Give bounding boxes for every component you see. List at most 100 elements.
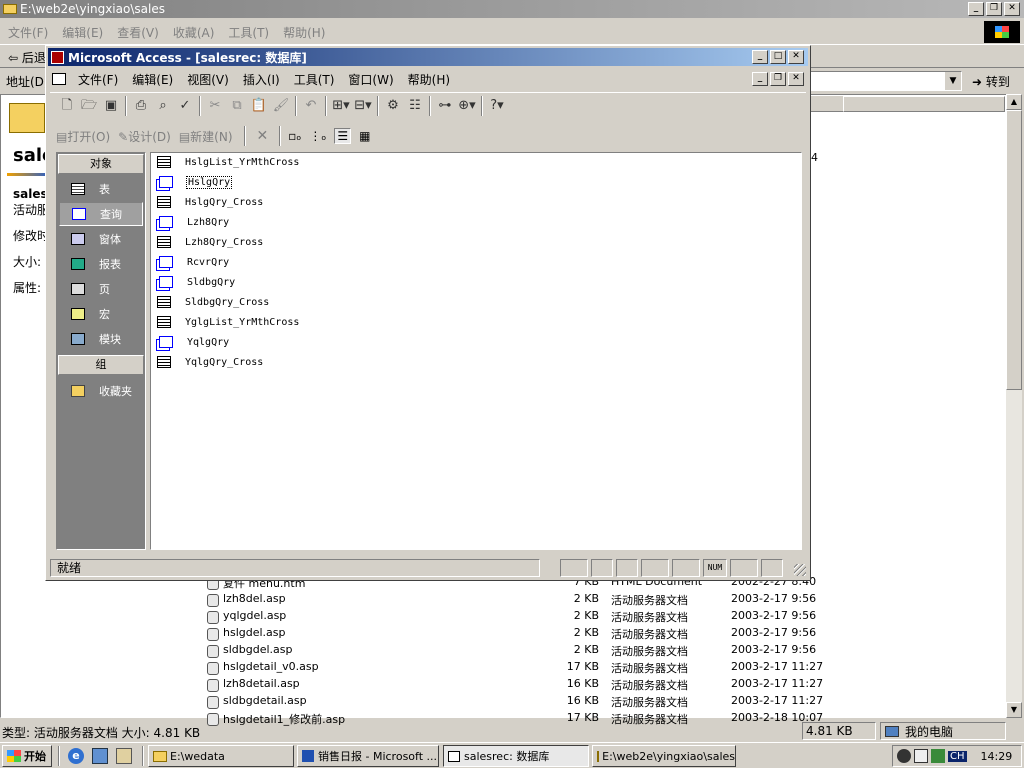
db-restore-button[interactable]: ❐ [770,72,786,86]
spelling-icon[interactable]: ✓ [174,95,196,117]
scroll-up-button[interactable]: ▲ [1006,94,1022,110]
file-type: 活动服务器文档 [611,679,688,692]
db-window: ▤打开(O) ✎设计(D) ▤新建(N) ✕ ▫ₒ ⋮ₒ ☰ ▦ 对象 表查询窗… [50,120,808,556]
object-type-item[interactable]: 模块 [59,327,143,351]
sound-icon[interactable] [897,749,911,763]
access-menu-insert[interactable]: 插入(I) [243,71,280,88]
db-close-button[interactable]: ✕ [788,72,804,86]
access-menu-help[interactable]: 帮助(H) [408,71,450,88]
large-icons-view-icon[interactable]: ▫ₒ [288,129,301,143]
access-title: Microsoft Access - [salesrec: 数据库] [68,50,307,65]
info-size: 大小: [13,255,42,269]
properties-icon[interactable]: ☷ [404,95,426,117]
network-icon[interactable] [914,749,928,763]
save-icon[interactable]: ▣ [100,95,122,117]
object-list-item[interactable]: Lzh8Qry_Cross [157,233,263,253]
status-panel-1 [560,559,588,577]
new-object-icon[interactable]: ⊕▾ [456,95,478,117]
outlook-icon[interactable] [92,748,108,764]
access-menu-view[interactable]: 视图(V) [187,71,229,88]
object-type-item[interactable]: 宏 [59,302,143,326]
object-type-item[interactable]: 表 [59,177,143,201]
vertical-scrollbar[interactable]: ▲ ▼ [1006,94,1022,718]
help-icon[interactable]: ?▾ [486,95,508,117]
new-object-button[interactable]: ▤新建(N) [179,128,233,145]
small-icons-view-icon[interactable]: ⋮ₒ [309,129,326,143]
chevron-down-icon[interactable]: ▼ [945,72,961,90]
minimize-button[interactable]: _ [968,2,984,16]
asp-file-icon [207,645,219,658]
design-object-button[interactable]: ✎设计(D) [118,128,171,145]
num-lock-indicator: NUM [707,563,723,572]
address-dropdown[interactable]: ▼ [810,71,962,91]
new-file-icon[interactable]: 🗋 [56,95,78,117]
object-list-item[interactable]: HslgList_YrMthCross [157,153,299,173]
resize-grip-icon[interactable] [794,564,806,576]
object-list-item[interactable]: SldbgQry [157,273,235,293]
lang-indicator[interactable]: CH [948,750,967,762]
access-minimize-button[interactable]: _ [752,50,768,64]
delete-icon[interactable]: ✕ [257,128,269,144]
undo-icon[interactable]: ↶ [300,95,322,117]
copy-icon[interactable]: ⧉ [226,95,248,117]
object-list-item[interactable]: SldbgQry_Cross [157,293,269,313]
table-item-icon [157,156,171,168]
object-type-item[interactable]: 报表 [59,252,143,276]
access-maximize-button[interactable]: □ [770,50,786,64]
group-favorites[interactable]: 收藏夹 [59,379,143,403]
object-list-item[interactable]: RcvrQry [157,253,229,273]
open-folder-icon[interactable]: 🗁 [78,95,100,117]
table-item-icon [157,316,171,328]
scroll-thumb[interactable] [1006,110,1022,390]
object-list-item[interactable]: HslgQry_Cross [157,193,263,213]
back-button[interactable]: ⇦ 后退 [8,49,46,66]
object-type-item[interactable]: 页 [59,277,143,301]
object-list-item[interactable]: YglgList_YrMthCross [157,313,299,333]
object-list-item[interactable]: YqlgQry [157,333,229,353]
task-salesrec[interactable]: salesrec: 数据库 [443,745,589,767]
show-desktop-icon[interactable] [116,748,132,764]
scroll-down-button[interactable]: ▼ [1006,702,1022,718]
object-type-item[interactable]: 窗体 [59,227,143,251]
relationships-icon[interactable]: ⊶ [434,95,456,117]
cut-icon[interactable]: ✂ [204,95,226,117]
menu-tools[interactable]: 工具(T) [228,24,269,41]
menu-file[interactable]: 文件(F) [8,24,48,41]
analyze-icon[interactable]: ⊟▾ [352,95,374,117]
access-menu-file[interactable]: 文件(F) [78,71,118,88]
print-icon[interactable]: ⎙ [130,95,152,117]
access-menu-tools[interactable]: 工具(T) [294,71,335,88]
open-object-button[interactable]: ▤打开(O) [56,128,110,145]
go-button[interactable]: ➜ 转到 [972,73,1010,90]
code-icon[interactable]: ⚙ [382,95,404,117]
task-wedata[interactable]: E:\wedata [148,745,294,767]
task-explorer-sales[interactable]: E:\web2e\yingxiao\sales [592,745,736,767]
ie-icon[interactable]: e [68,748,84,764]
close-button[interactable]: ✕ [1004,2,1020,16]
groups-header[interactable]: 组 [58,355,144,375]
display-icon[interactable] [931,749,945,763]
access-menu-edit[interactable]: 编辑(E) [132,71,173,88]
object-list-item[interactable]: HslgQry [157,173,233,193]
details-view-icon[interactable]: ▦ [359,129,370,143]
print-preview-icon[interactable]: ⌕ [152,95,174,117]
format-painter-icon[interactable]: 🖌 [270,95,292,117]
access-close-button[interactable]: ✕ [788,50,804,64]
paste-icon[interactable]: 📋 [248,95,270,117]
menu-favorites[interactable]: 收藏(A) [173,24,215,41]
list-view-icon[interactable]: ☰ [334,128,352,144]
restore-button[interactable]: ❐ [986,2,1002,16]
objects-header[interactable]: 对象 [58,154,144,174]
menu-edit[interactable]: 编辑(E) [62,24,103,41]
file-size: 17 KB [566,660,599,673]
menu-view[interactable]: 查看(V) [117,24,159,41]
office-links-icon[interactable]: ⊞▾ [330,95,352,117]
object-list-item[interactable]: Lzh8Qry [157,213,229,233]
access-menu-window[interactable]: 窗口(W) [348,71,393,88]
task-sales-report[interactable]: 销售日报 - Microsoft ... [297,745,439,767]
menu-help[interactable]: 帮助(H) [283,24,325,41]
db-minimize-button[interactable]: _ [752,72,768,86]
start-button[interactable]: 开始 [2,745,52,767]
object-list-item[interactable]: YqlgQry_Cross [157,353,263,373]
object-type-item[interactable]: 查询 [59,202,143,226]
